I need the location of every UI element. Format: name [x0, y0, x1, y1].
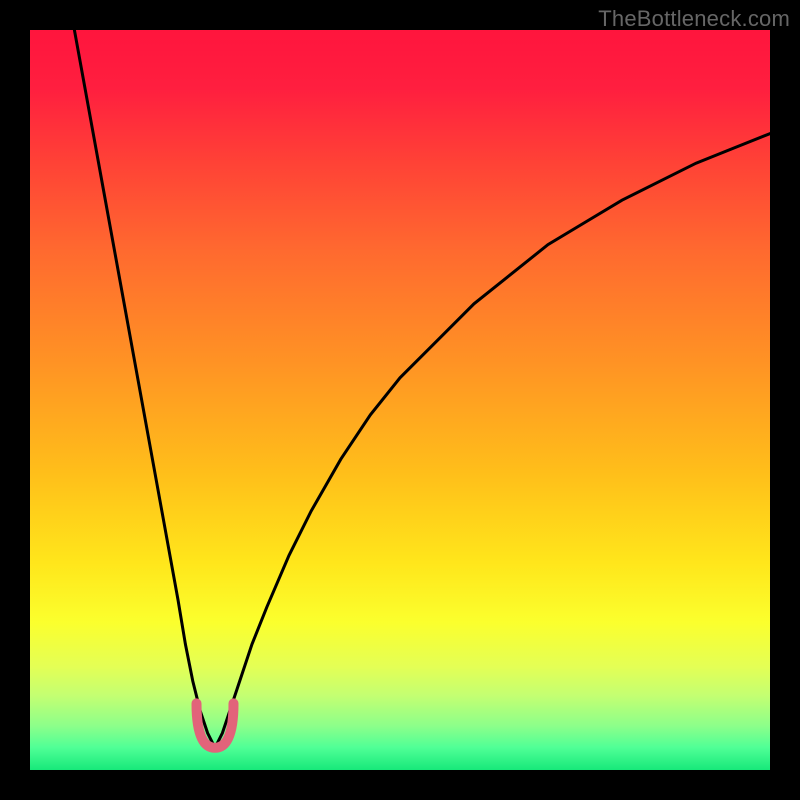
watermark-text: TheBottleneck.com: [598, 6, 790, 32]
bottleneck-chart: [30, 30, 770, 770]
chart-frame: [30, 30, 770, 770]
